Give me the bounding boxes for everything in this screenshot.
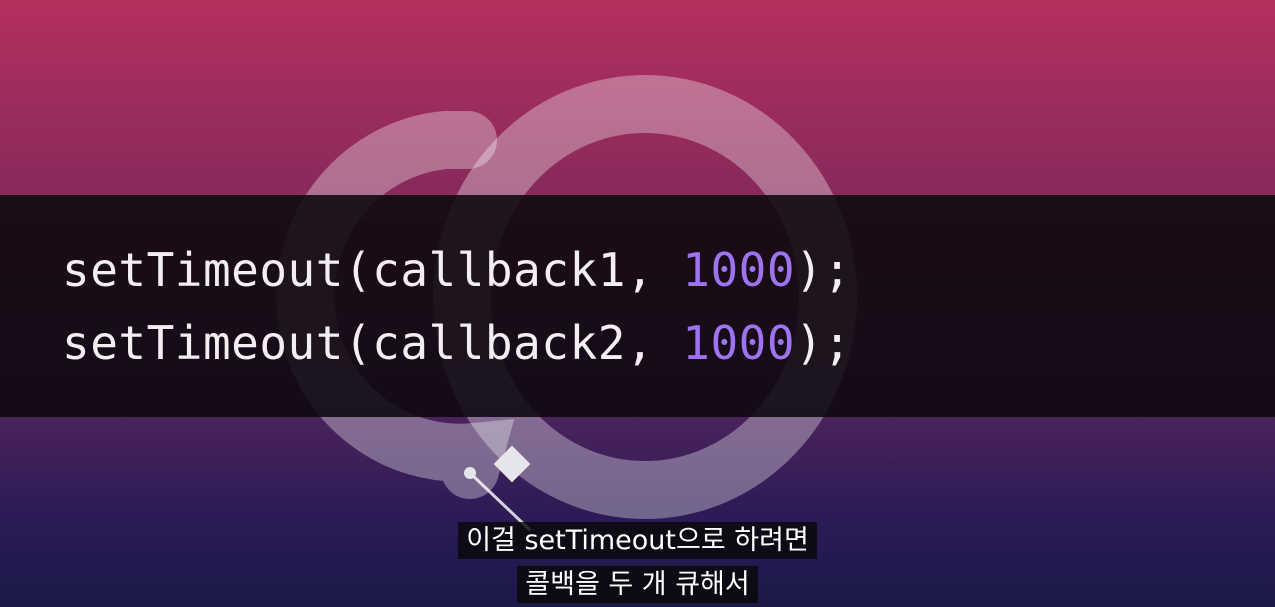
code-line-1-prefix: setTimeout(callback1, bbox=[62, 243, 683, 297]
code-line-2-suffix: ); bbox=[795, 316, 852, 370]
subtitle-line-1: 이걸 setTimeout으로 하려면 bbox=[0, 518, 1275, 559]
pointer-dot bbox=[464, 467, 476, 479]
code-band bbox=[0, 195, 1275, 417]
code-line-1-number: 1000 bbox=[682, 243, 796, 297]
code-line-1-suffix: ); bbox=[795, 243, 852, 297]
subtitle-line-2-text: 콜백을 두 개 큐해서 bbox=[517, 566, 758, 603]
code-line-1: setTimeout(callback1, 1000); bbox=[62, 243, 851, 297]
code-line-2-prefix: setTimeout(callback2, bbox=[62, 316, 683, 370]
code-line-2-number: 1000 bbox=[682, 316, 796, 370]
subtitle-line-2: 콜백을 두 개 큐해서 bbox=[0, 562, 1275, 603]
code-line-2: setTimeout(callback2, 1000); bbox=[62, 316, 851, 370]
subtitle-line-1-text: 이걸 setTimeout으로 하려면 bbox=[458, 522, 817, 559]
